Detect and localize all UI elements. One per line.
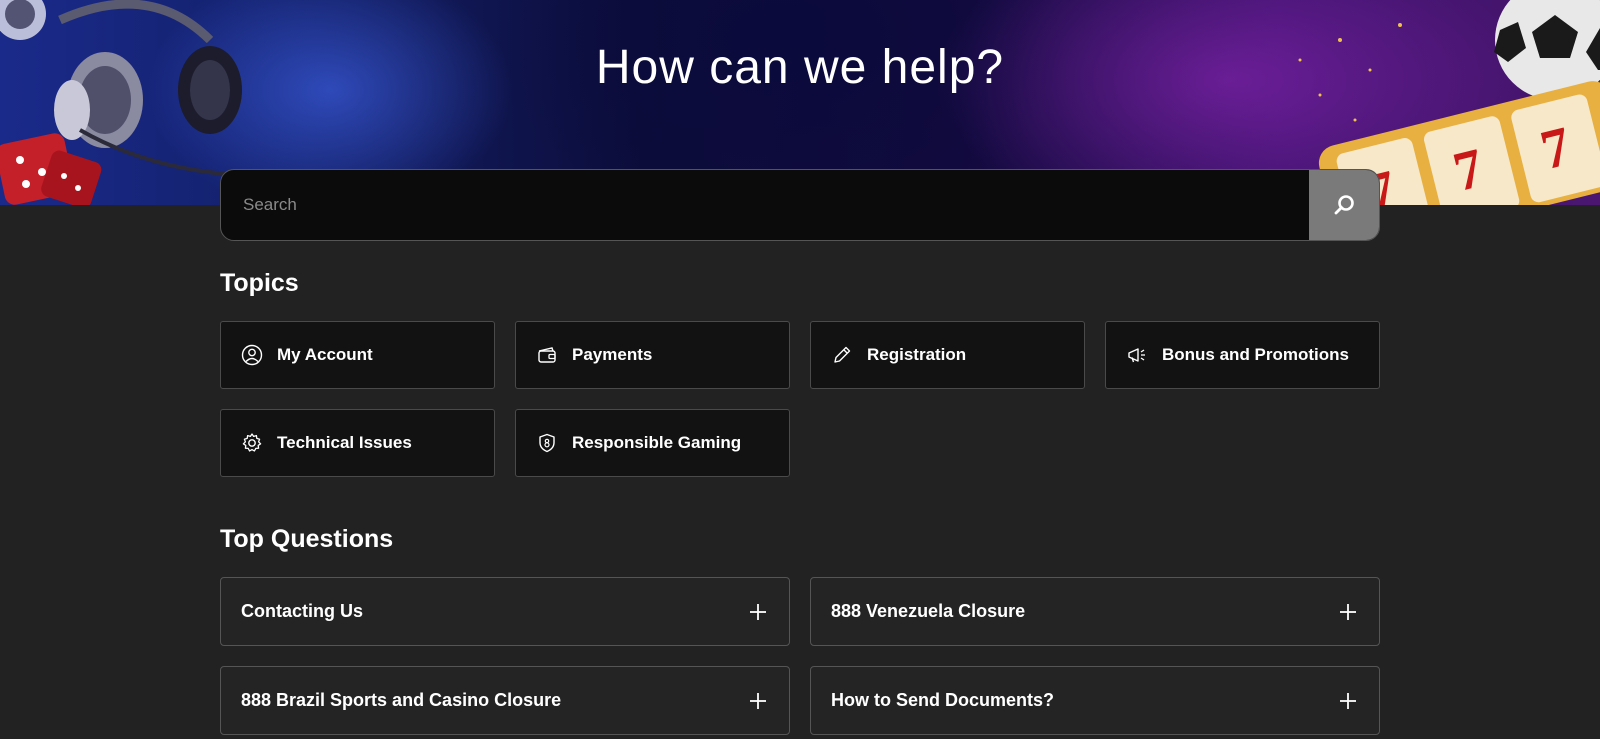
question-how-to-send-documents[interactable]: How to Send Documents? xyxy=(810,666,1380,735)
wallet-icon xyxy=(536,344,558,366)
search-button[interactable] xyxy=(1309,170,1379,240)
topic-label: My Account xyxy=(277,345,373,364)
topic-label: Payments xyxy=(572,345,653,364)
plus-icon[interactable] xyxy=(1337,601,1359,623)
search-input[interactable] xyxy=(221,170,1309,240)
topic-technical-issues[interactable]: Technical Issues xyxy=(220,409,495,477)
help-center-page: How can we help? 7 7 7 Search Topics My … xyxy=(0,0,1600,739)
megaphone-icon xyxy=(1126,344,1148,366)
topic-payments[interactable]: Payments xyxy=(515,321,790,389)
topic-label: Responsible Gaming xyxy=(572,433,742,452)
question-label: How to Send Documents? xyxy=(831,690,1055,710)
plus-icon[interactable] xyxy=(747,601,769,623)
topic-registration[interactable]: Registration xyxy=(810,321,1085,389)
question-label: Contacting Us xyxy=(241,601,364,621)
topic-label: Bonus and Promotions xyxy=(1162,345,1349,364)
search-icon xyxy=(1334,195,1354,215)
topic-responsible-gaming[interactable]: Responsible Gaming xyxy=(515,409,790,477)
shield-icon xyxy=(536,432,558,454)
pencil-icon xyxy=(831,344,853,366)
question-888-venezuela-closure[interactable]: 888 Venezuela Closure xyxy=(810,577,1380,646)
search-bar xyxy=(220,169,1380,241)
plus-icon[interactable] xyxy=(1337,690,1359,712)
question-label: 888 Brazil Sports and Casino Closure xyxy=(241,690,562,710)
gear-icon xyxy=(241,432,263,454)
question-888-brazil-closure[interactable]: 888 Brazil Sports and Casino Closure xyxy=(220,666,790,735)
top-questions-heading: Top Questions xyxy=(220,525,394,553)
user-circle-icon xyxy=(241,344,263,366)
topic-label: Registration xyxy=(867,345,967,364)
plus-icon[interactable] xyxy=(747,690,769,712)
topic-label: Technical Issues xyxy=(277,433,412,452)
topic-my-account[interactable]: My Account xyxy=(220,321,495,389)
topic-bonus-and-promotions[interactable]: Bonus and Promotions xyxy=(1105,321,1380,389)
question-label: 888 Venezuela Closure xyxy=(831,601,1026,621)
question-contacting-us[interactable]: Contacting Us xyxy=(220,577,790,646)
topics-heading: Topics xyxy=(220,269,299,297)
